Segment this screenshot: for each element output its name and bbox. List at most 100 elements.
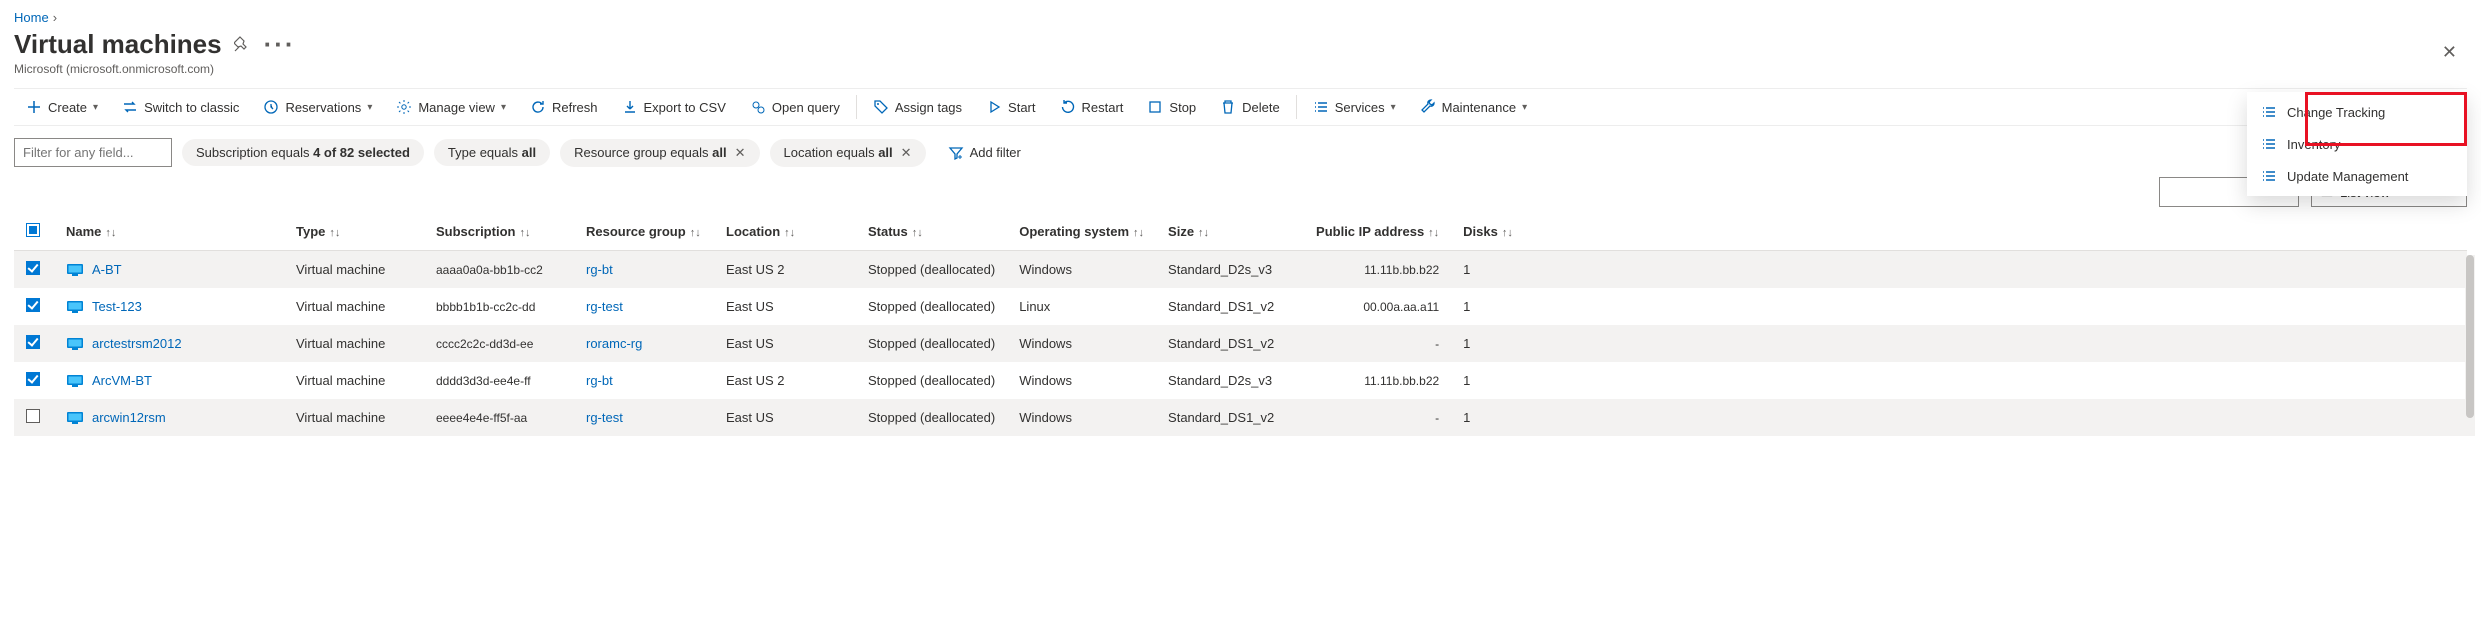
- vm-name-link[interactable]: Test-123: [92, 299, 142, 314]
- select-all-checkbox[interactable]: [26, 223, 40, 237]
- row-checkbox[interactable]: [26, 372, 40, 386]
- refresh-icon: [530, 99, 546, 115]
- sort-icon: ↑↓: [1198, 227, 1209, 239]
- create-button[interactable]: Create ▾: [14, 89, 110, 125]
- list-icon: [2261, 104, 2277, 120]
- reservations-button[interactable]: Reservations ▾: [251, 89, 384, 125]
- vertical-scrollbar[interactable]: [2465, 255, 2475, 436]
- trash-icon: [1220, 99, 1236, 115]
- rg-link[interactable]: rg-test: [586, 410, 623, 425]
- list-icon: [1313, 99, 1329, 115]
- sort-icon: ↑↓: [1428, 227, 1439, 239]
- cell-disks: 1: [1451, 288, 1525, 325]
- table-row[interactable]: arcwin12rsm Virtual machine eeee4e4e-ff5…: [14, 399, 2467, 436]
- table-row[interactable]: A-BT Virtual machine aaaa0a0a-bb1b-cc2 r…: [14, 251, 2467, 289]
- vm-name-link[interactable]: arctestrsm2012: [92, 336, 182, 351]
- col-status[interactable]: Status↑↓: [856, 213, 1007, 251]
- chevron-down-icon: ▾: [93, 102, 98, 113]
- scrollbar-thumb[interactable]: [2466, 255, 2474, 418]
- list-icon: [2261, 136, 2277, 152]
- menu-inventory[interactable]: Inventory: [2247, 128, 2467, 160]
- chip-clear-icon[interactable]: ✕: [735, 145, 746, 161]
- row-checkbox[interactable]: [26, 335, 40, 349]
- cell-public-ip: 11.11b.bb.b22: [1304, 362, 1451, 399]
- col-subscription[interactable]: Subscription↑↓: [424, 213, 574, 251]
- cell-subscription: dddd3d3d-ee4e-ff: [424, 362, 574, 399]
- export-csv-button[interactable]: Export to CSV: [610, 89, 738, 125]
- cell-type: Virtual machine: [284, 325, 424, 362]
- menu-update-management[interactable]: Update Management: [2247, 160, 2467, 192]
- services-button[interactable]: Services ▾: [1301, 89, 1408, 125]
- sort-icon: ↑↓: [912, 227, 923, 239]
- cell-disks: 1: [1451, 362, 1525, 399]
- row-checkbox[interactable]: [26, 261, 40, 275]
- wrench-icon: [1420, 99, 1436, 115]
- restart-button[interactable]: Restart: [1048, 89, 1136, 125]
- col-name[interactable]: Name↑↓: [54, 213, 284, 251]
- sort-icon: ↑↓: [329, 227, 340, 239]
- col-public-ip[interactable]: Public IP address↑↓: [1304, 213, 1451, 251]
- vm-name-link[interactable]: arcwin12rsm: [92, 410, 166, 425]
- command-bar: Create ▾ Switch to classic Reservations …: [14, 88, 2467, 126]
- table-row[interactable]: arctestrsm2012 Virtual machine cccc2c2c-…: [14, 325, 2467, 362]
- filter-chip-location[interactable]: Location equals all ✕: [770, 139, 926, 167]
- filter-icon: [948, 145, 964, 161]
- rg-link[interactable]: rg-test: [586, 299, 623, 314]
- assign-tags-button[interactable]: Assign tags: [861, 89, 974, 125]
- play-icon: [986, 99, 1002, 115]
- vm-name-link[interactable]: A-BT: [92, 262, 122, 277]
- filter-input[interactable]: [14, 138, 172, 167]
- menu-change-tracking[interactable]: Change Tracking: [2247, 96, 2467, 128]
- col-type[interactable]: Type↑↓: [284, 213, 424, 251]
- tenant-subtext: Microsoft (microsoft.onmicrosoft.com): [14, 62, 2467, 76]
- vm-icon: [66, 263, 84, 277]
- col-os[interactable]: Operating system↑↓: [1007, 213, 1156, 251]
- cell-status: Stopped (deallocated): [856, 362, 1007, 399]
- cell-location: East US: [714, 399, 856, 436]
- rg-link[interactable]: roramc-rg: [586, 336, 642, 351]
- table-row[interactable]: Test-123 Virtual machine bbbb1b1b-cc2c-d…: [14, 288, 2467, 325]
- maintenance-button[interactable]: Maintenance ▾: [1408, 89, 1539, 125]
- vm-icon: [66, 337, 84, 351]
- pin-icon[interactable]: [234, 36, 252, 54]
- cell-type: Virtual machine: [284, 362, 424, 399]
- breadcrumb-home[interactable]: Home: [14, 10, 49, 25]
- filter-chip-resource-group[interactable]: Resource group equals all ✕: [560, 139, 759, 167]
- chevron-down-icon: ▾: [501, 102, 506, 113]
- switch-classic-button[interactable]: Switch to classic: [110, 89, 251, 125]
- col-location[interactable]: Location↑↓: [714, 213, 856, 251]
- cell-os: Windows: [1007, 362, 1156, 399]
- col-resource-group[interactable]: Resource group↑↓: [574, 213, 714, 251]
- open-query-button[interactable]: Open query: [738, 89, 852, 125]
- chevron-down-icon: ▾: [1391, 102, 1396, 113]
- vm-icon: [66, 300, 84, 314]
- filter-chip-subscription[interactable]: Subscription equals 4 of 82 selected: [182, 139, 424, 166]
- download-icon: [622, 99, 638, 115]
- add-filter-button[interactable]: Add filter: [936, 139, 1033, 167]
- row-checkbox[interactable]: [26, 409, 40, 423]
- cell-location: East US: [714, 288, 856, 325]
- table-row[interactable]: ArcVM-BT Virtual machine dddd3d3d-ee4e-f…: [14, 362, 2467, 399]
- col-size[interactable]: Size↑↓: [1156, 213, 1304, 251]
- stop-button[interactable]: Stop: [1135, 89, 1208, 125]
- start-button[interactable]: Start: [974, 89, 1047, 125]
- refresh-button[interactable]: Refresh: [518, 89, 610, 125]
- col-disks[interactable]: Disks↑↓: [1451, 213, 1525, 251]
- row-checkbox[interactable]: [26, 298, 40, 312]
- close-icon[interactable]: ✕: [2442, 42, 2457, 63]
- vm-icon: [66, 374, 84, 388]
- tag-icon: [873, 99, 889, 115]
- vm-name-link[interactable]: ArcVM-BT: [92, 373, 152, 388]
- more-icon[interactable]: ···: [264, 29, 296, 60]
- cell-status: Stopped (deallocated): [856, 399, 1007, 436]
- chip-clear-icon[interactable]: ✕: [901, 145, 912, 161]
- rg-link[interactable]: rg-bt: [586, 262, 613, 277]
- manage-view-button[interactable]: Manage view ▾: [384, 89, 518, 125]
- filter-chip-type[interactable]: Type equals all: [434, 139, 550, 166]
- rg-link[interactable]: rg-bt: [586, 373, 613, 388]
- sort-icon: ↑↓: [784, 227, 795, 239]
- vm-icon: [66, 411, 84, 425]
- delete-button[interactable]: Delete: [1208, 89, 1292, 125]
- cell-public-ip: 11.11b.bb.b22: [1304, 251, 1451, 289]
- cell-size: Standard_DS1_v2: [1156, 288, 1304, 325]
